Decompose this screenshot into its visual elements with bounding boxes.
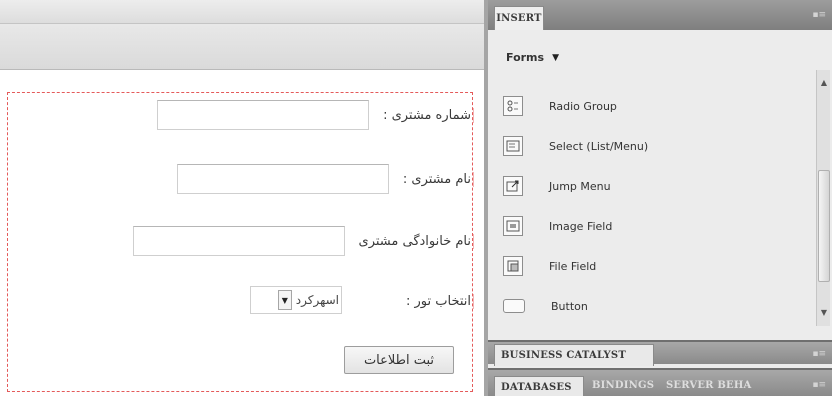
customer-name-label: نام مشتری : <box>403 171 474 187</box>
insert-item-label: Radio Group <box>549 99 617 113</box>
panel-options-icon[interactable]: ▪≡ <box>810 349 826 361</box>
button-icon <box>503 299 525 313</box>
form-row-customer-name: نام مشتری : <box>176 164 474 194</box>
insert-object-list: Radio Group Select (List/Menu) Jump Menu… <box>496 86 796 326</box>
panel-options-icon[interactable]: ▪≡ <box>810 10 826 22</box>
insert-item-label: Button <box>551 299 588 313</box>
radio-group-icon <box>503 96 523 116</box>
chevron-down-icon[interactable]: ▼ <box>277 290 292 310</box>
category-label: Forms <box>506 51 545 64</box>
tab-server-behaviors[interactable]: SERVER BEHA <box>666 380 751 391</box>
scroll-up-arrow-icon[interactable]: ▲ <box>817 78 831 88</box>
insert-item-select-list[interactable]: Select (List/Menu) <box>496 126 796 166</box>
document-header-band <box>0 24 484 70</box>
tab-insert[interactable]: INSERT <box>494 6 544 30</box>
tour-select[interactable]: اسهرکرد ▼ <box>250 286 342 314</box>
insert-item-button[interactable]: Button <box>496 286 796 326</box>
insert-list-scrollbar[interactable]: ▲ ▼ <box>816 70 830 326</box>
form-row-customer-family: نام خانوادگی مشتری <box>132 226 474 256</box>
tab-databases[interactable]: DATABASES <box>494 376 584 396</box>
design-view: شماره مشتری : نام مشتری : نام خانوادگی م… <box>0 0 484 396</box>
customer-family-label: نام خانوادگی مشتری <box>359 233 474 249</box>
select-list-icon <box>503 136 523 156</box>
customer-number-input[interactable] <box>157 100 370 130</box>
insert-item-image-field[interactable]: Image Field <box>496 206 796 246</box>
category-dropdown[interactable]: Forms ▼ <box>506 51 559 64</box>
tab-bindings[interactable]: BINDINGS <box>592 380 654 391</box>
business-catalyst-panel-header: BUSINESS CATALYST ▪≡ <box>488 340 832 366</box>
scroll-thumb[interactable] <box>818 170 830 282</box>
scroll-down-arrow-icon[interactable]: ▼ <box>817 308 831 318</box>
tour-select-value: اسهرکرد <box>295 293 339 307</box>
insert-item-label: Image Field <box>549 219 613 233</box>
insert-item-label: Jump Menu <box>549 179 611 193</box>
form-row-tour: انتخاب تور : <box>406 286 474 316</box>
caret-down-icon: ▼ <box>552 52 559 63</box>
insert-item-label: Select (List/Menu) <box>549 139 649 153</box>
customer-number-label: شماره مشتری : <box>383 107 474 123</box>
customer-family-input[interactable] <box>132 226 345 256</box>
file-field-icon <box>503 256 523 276</box>
insert-item-file-field[interactable]: File Field <box>496 246 796 286</box>
jump-menu-icon <box>503 176 523 196</box>
customer-name-input[interactable] <box>176 164 389 194</box>
insert-item-label: File Field <box>549 259 597 273</box>
document-toolbar <box>0 0 484 24</box>
panel-options-icon[interactable]: ▪≡ <box>810 380 826 392</box>
insert-item-radio-group[interactable]: Radio Group <box>496 86 796 126</box>
form-row-customer-number: شماره مشتری : <box>157 100 474 130</box>
submit-button[interactable]: ثبت اطلاعات <box>344 346 454 374</box>
databases-panel-header: DATABASES BINDINGS SERVER BEHA ▪≡ <box>488 368 832 396</box>
image-field-icon <box>503 216 523 236</box>
tab-business-catalyst[interactable]: BUSINESS CATALYST <box>494 344 654 366</box>
insert-item-jump-menu[interactable]: Jump Menu <box>496 166 796 206</box>
tour-label: انتخاب تور : <box>406 293 474 309</box>
insert-panel: INSERT ▪≡ Forms ▼ Radio Group Select (Li… <box>484 0 832 396</box>
insert-panel-header: INSERT ▪≡ <box>488 0 832 30</box>
